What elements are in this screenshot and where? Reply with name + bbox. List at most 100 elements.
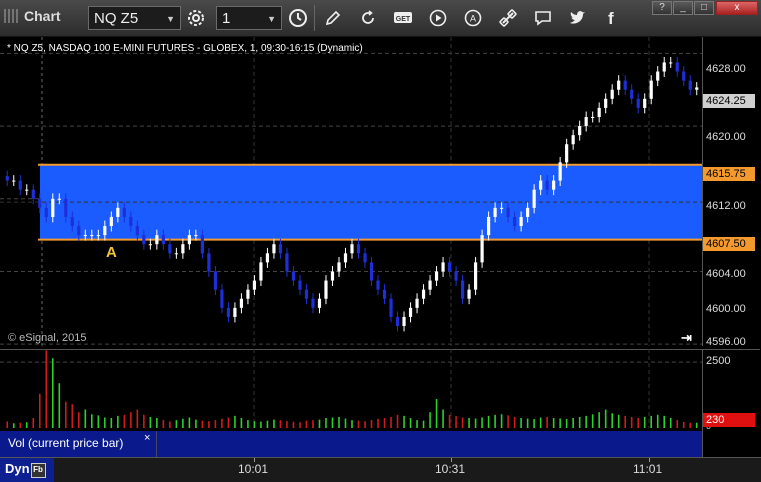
candle-body — [44, 207, 48, 217]
candle-body — [571, 135, 575, 145]
candle-body — [662, 62, 666, 72]
candle-body — [246, 289, 250, 299]
price-label: 4600.00 — [706, 303, 746, 315]
close-study-icon[interactable]: × — [144, 432, 150, 444]
candle-body — [311, 298, 315, 308]
candle-body — [31, 189, 35, 199]
volume-study-title: Vol (current price bar) — [8, 436, 124, 450]
candle-body — [304, 289, 309, 299]
candle-body — [578, 126, 582, 136]
candle-body — [467, 289, 471, 299]
candle-body — [181, 244, 185, 254]
candle-body — [415, 298, 419, 308]
candle-body — [5, 176, 9, 181]
candle-body — [623, 80, 627, 90]
candle-body — [70, 216, 74, 227]
level-high-tag[interactable]: 4615.75 — [703, 167, 755, 181]
candle-body — [200, 235, 204, 254]
candle-body — [584, 116, 588, 127]
time-label: 10:01 — [238, 462, 269, 476]
candle-body — [12, 180, 16, 182]
candle-body — [395, 316, 400, 327]
candle-body — [500, 207, 504, 209]
candle-body — [25, 189, 29, 191]
price-label: 4604.00 — [706, 268, 746, 280]
candle-body — [350, 244, 354, 254]
candle-body — [291, 271, 296, 281]
lock-icon[interactable]: Fb — [30, 463, 46, 478]
candle-body — [337, 262, 341, 272]
chart-canvas[interactable]: A — [0, 0, 761, 481]
price-label: 4620.00 — [706, 131, 746, 143]
candle-body — [428, 280, 432, 290]
candle-body — [265, 253, 270, 263]
candle-body — [519, 216, 523, 227]
candle-body — [278, 244, 283, 254]
candle-body — [64, 198, 68, 217]
candle-body — [558, 162, 562, 181]
candle-body — [493, 207, 497, 217]
scroll-to-end-icon[interactable]: ⇥ — [681, 330, 692, 346]
copyright-text: © eSignal, 2015 — [8, 332, 87, 344]
candle-body — [239, 298, 244, 308]
candle-body — [90, 235, 94, 237]
candle-body — [382, 289, 387, 299]
dynamic-mode-button[interactable]: Dyn Fb — [0, 458, 54, 482]
candle-body — [174, 253, 178, 255]
candle-body — [298, 280, 302, 290]
candle-body — [96, 235, 100, 237]
candle-body — [473, 262, 478, 290]
candle-body — [649, 80, 653, 99]
candle-body — [636, 98, 640, 108]
candle-body — [135, 226, 139, 236]
candle-body — [389, 298, 393, 317]
candle-body — [330, 271, 335, 281]
candle-body — [447, 262, 452, 272]
price-label: 4612.00 — [706, 200, 746, 212]
candle-body — [604, 98, 608, 108]
candle-body — [656, 71, 660, 81]
candle-body — [545, 180, 549, 190]
candle-body — [122, 207, 126, 217]
candle-body — [376, 280, 380, 290]
current-price-tag: 4624.25 — [703, 94, 755, 108]
marker-a-label: A — [106, 244, 117, 261]
candle-body — [402, 316, 406, 327]
candle-body — [194, 235, 198, 237]
candle-body — [434, 271, 439, 281]
candle-body — [532, 189, 536, 208]
candle-body — [18, 180, 22, 190]
price-label: 4596.00 — [706, 336, 746, 348]
candle-body — [539, 180, 543, 190]
time-axis[interactable]: Dyn Fb 10:01 10:31 11:01 — [0, 457, 761, 482]
candle-body — [148, 244, 152, 246]
candle-body — [259, 262, 263, 281]
volume-study-label[interactable]: Vol (current price bar) × — [0, 431, 157, 457]
candle-body — [597, 107, 601, 117]
level-low-tag[interactable]: 4607.50 — [703, 237, 755, 251]
candle-body — [343, 253, 348, 263]
candle-body — [129, 216, 133, 227]
volume-scale-label: 2500 — [706, 355, 731, 367]
candle-body — [155, 235, 159, 245]
candle-body — [103, 226, 107, 236]
candle-body — [688, 80, 692, 90]
candle-body — [610, 89, 614, 99]
candle-body — [695, 87, 699, 90]
candle-body — [513, 216, 517, 227]
candle-body — [408, 307, 413, 317]
chart-window: Chart NQ Z5 ▼ 1 ▼ GET A f ? _ □ x A * NQ… — [0, 0, 761, 482]
candle-body — [441, 262, 445, 272]
candle-body — [109, 216, 113, 227]
time-label: 11:01 — [633, 462, 663, 476]
candle-body — [630, 89, 634, 99]
candle-body — [324, 280, 328, 299]
candle-body — [480, 235, 484, 263]
candle-body — [213, 271, 218, 290]
candle-body — [369, 262, 374, 281]
candle-body — [591, 116, 595, 118]
current-volume-tag: 230 — [703, 413, 755, 427]
time-label: 10:31 — [435, 462, 466, 476]
candle-body — [317, 298, 322, 308]
candle-body — [643, 98, 647, 108]
